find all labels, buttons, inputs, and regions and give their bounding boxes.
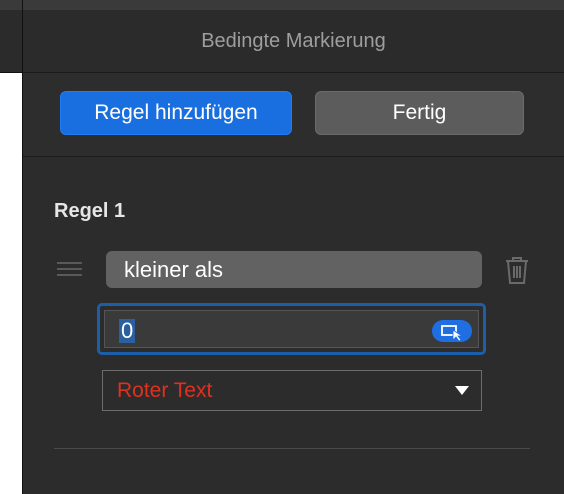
panel-top-edge <box>23 0 564 10</box>
panel-title: Bedingte Markierung <box>23 10 564 73</box>
document-header-edge <box>0 10 23 73</box>
button-row: Regel hinzufügen Fertig <box>23 73 564 157</box>
style-label: Roter Text <box>117 378 213 402</box>
rule-section: Regel 1 kleiner als 0 Roter Text <box>23 157 564 494</box>
document-canvas[interactable] <box>0 73 22 494</box>
condition-label: kleiner als <box>124 256 224 282</box>
chevron-down-icon <box>455 386 469 395</box>
value-field[interactable]: 0 <box>97 303 486 355</box>
cell-reference-button[interactable] <box>432 320 472 342</box>
document-toolbar-edge <box>0 0 23 10</box>
style-select[interactable]: Roter Text <box>102 370 482 411</box>
condition-popup[interactable]: kleiner als <box>106 251 482 288</box>
add-rule-button[interactable]: Regel hinzufügen <box>60 91 292 135</box>
document-area <box>0 0 23 494</box>
value-input-box[interactable]: 0 <box>104 310 479 348</box>
rule-title: Regel 1 <box>54 200 126 222</box>
conditional-highlighting-panel: Bedingte Markierung Regel hinzufügen Fer… <box>23 0 564 494</box>
drag-handle-icon[interactable] <box>57 262 82 276</box>
value-input[interactable]: 0 <box>119 319 136 343</box>
section-divider <box>54 448 530 449</box>
done-button[interactable]: Fertig <box>315 91 524 135</box>
cell-reference-icon <box>441 325 464 342</box>
trash-icon[interactable] <box>503 254 531 286</box>
